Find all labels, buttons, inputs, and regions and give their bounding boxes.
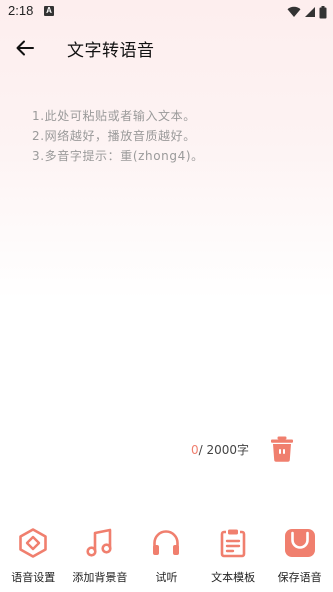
signal-icon [305,7,315,17]
text-input-area[interactable] [24,100,314,420]
trash-icon [271,436,293,462]
wifi-icon [287,6,301,18]
back-button[interactable] [10,36,40,60]
char-count-current: 0 [191,443,199,457]
add-background-music-label: 添加背景音 [72,571,128,584]
status-time: 2:18 [8,3,34,18]
voice-settings-icon [16,526,50,560]
status-bar: 2:18 A [0,0,333,24]
text-template-icon [216,526,250,560]
app-bar: 文字转语音 [0,24,333,72]
battery-icon [319,5,327,18]
page-title: 文字转语音 [67,41,155,61]
arrow-left-icon [16,40,34,56]
char-count-max: / 2000字 [198,443,250,457]
headphones-icon [149,526,183,560]
preview-listen-button[interactable]: 试听 [133,520,200,592]
text-template-label: 文本模板 [211,571,256,584]
music-note-icon [83,526,117,560]
text-template-button[interactable]: 文本模板 [200,520,267,592]
bottom-toolbar: 语音设置 添加背景音 试听 文本模板 保存语音 [0,520,333,592]
char-counter: 0/ 2000字 [191,441,249,458]
save-voice-button[interactable]: 保存语音 [266,520,333,592]
notification-a-icon: A [44,6,54,16]
voice-settings-label: 语音设置 [11,571,56,584]
add-background-music-button[interactable]: 添加背景音 [67,520,134,592]
status-icons [287,5,327,19]
clear-text-button[interactable] [268,435,296,463]
voice-settings-button[interactable]: 语音设置 [0,520,67,592]
save-voice-icon [283,526,317,560]
save-voice-label: 保存语音 [277,571,322,584]
preview-listen-label: 试听 [155,571,178,584]
